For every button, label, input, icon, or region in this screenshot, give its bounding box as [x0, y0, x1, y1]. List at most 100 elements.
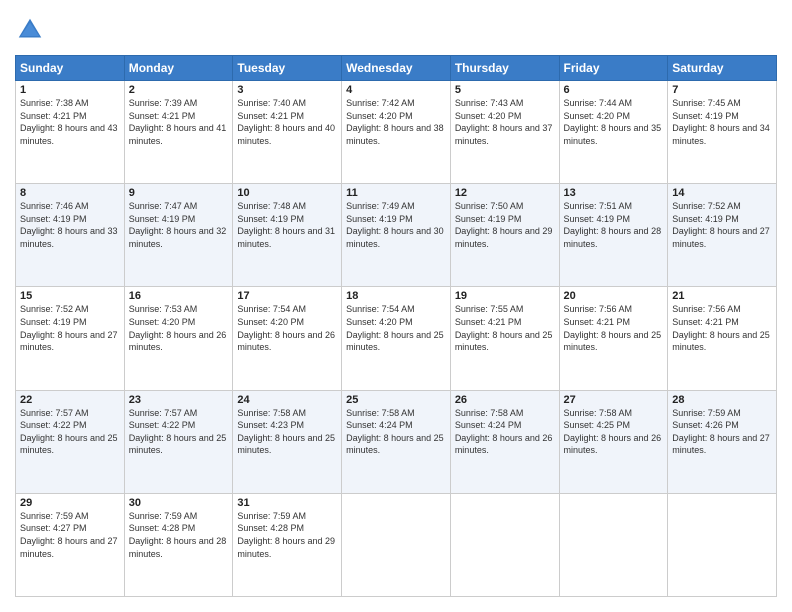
day-info: Sunrise: 7:59 AM Sunset: 4:27 PM Dayligh… — [20, 510, 120, 560]
calendar-cell: 25 Sunrise: 7:58 AM Sunset: 4:24 PM Dayl… — [342, 390, 451, 493]
sunrise-label: Sunrise: 7:38 AM — [20, 98, 89, 108]
daylight-label: Daylight: 8 hours and 25 minutes. — [564, 330, 662, 353]
sunset-label: Sunset: 4:22 PM — [20, 420, 87, 430]
header — [15, 15, 777, 45]
calendar-cell: 12 Sunrise: 7:50 AM Sunset: 4:19 PM Dayl… — [450, 184, 559, 287]
daylight-label: Daylight: 8 hours and 25 minutes. — [346, 330, 444, 353]
daylight-label: Daylight: 8 hours and 30 minutes. — [346, 226, 444, 249]
day-info: Sunrise: 7:58 AM Sunset: 4:24 PM Dayligh… — [346, 407, 446, 457]
sunrise-label: Sunrise: 7:58 AM — [346, 408, 415, 418]
day-info: Sunrise: 7:54 AM Sunset: 4:20 PM Dayligh… — [346, 303, 446, 353]
day-info: Sunrise: 7:56 AM Sunset: 4:21 PM Dayligh… — [564, 303, 664, 353]
daylight-label: Daylight: 8 hours and 41 minutes. — [129, 123, 227, 146]
calendar-cell: 1 Sunrise: 7:38 AM Sunset: 4:21 PM Dayli… — [16, 81, 125, 184]
sunset-label: Sunset: 4:28 PM — [129, 523, 196, 533]
sunset-label: Sunset: 4:19 PM — [346, 214, 413, 224]
logo — [15, 15, 47, 45]
daylight-label: Daylight: 8 hours and 27 minutes. — [672, 433, 770, 456]
day-info: Sunrise: 7:58 AM Sunset: 4:24 PM Dayligh… — [455, 407, 555, 457]
sunrise-label: Sunrise: 7:59 AM — [237, 511, 306, 521]
daylight-label: Daylight: 8 hours and 43 minutes. — [20, 123, 118, 146]
day-number: 11 — [346, 187, 446, 199]
calendar-cell: 27 Sunrise: 7:58 AM Sunset: 4:25 PM Dayl… — [559, 390, 668, 493]
day-number: 19 — [455, 290, 555, 302]
sunset-label: Sunset: 4:19 PM — [455, 214, 522, 224]
daylight-label: Daylight: 8 hours and 35 minutes. — [564, 123, 662, 146]
day-number: 4 — [346, 84, 446, 96]
day-number: 25 — [346, 394, 446, 406]
day-number: 15 — [20, 290, 120, 302]
calendar-cell: 26 Sunrise: 7:58 AM Sunset: 4:24 PM Dayl… — [450, 390, 559, 493]
day-info: Sunrise: 7:58 AM Sunset: 4:23 PM Dayligh… — [237, 407, 337, 457]
day-number: 7 — [672, 84, 772, 96]
sunrise-label: Sunrise: 7:57 AM — [20, 408, 89, 418]
calendar-cell: 23 Sunrise: 7:57 AM Sunset: 4:22 PM Dayl… — [124, 390, 233, 493]
sunset-label: Sunset: 4:21 PM — [20, 111, 87, 121]
day-number: 9 — [129, 187, 229, 199]
day-number: 5 — [455, 84, 555, 96]
weekday-header: Saturday — [668, 56, 777, 81]
sunrise-label: Sunrise: 7:58 AM — [455, 408, 524, 418]
daylight-label: Daylight: 8 hours and 27 minutes. — [672, 226, 770, 249]
daylight-label: Daylight: 8 hours and 25 minutes. — [237, 433, 335, 456]
sunrise-label: Sunrise: 7:48 AM — [237, 201, 306, 211]
day-info: Sunrise: 7:56 AM Sunset: 4:21 PM Dayligh… — [672, 303, 772, 353]
day-info: Sunrise: 7:52 AM Sunset: 4:19 PM Dayligh… — [672, 200, 772, 250]
calendar-cell: 29 Sunrise: 7:59 AM Sunset: 4:27 PM Dayl… — [16, 493, 125, 596]
sunset-label: Sunset: 4:24 PM — [346, 420, 413, 430]
sunrise-label: Sunrise: 7:39 AM — [129, 98, 198, 108]
day-info: Sunrise: 7:50 AM Sunset: 4:19 PM Dayligh… — [455, 200, 555, 250]
sunrise-label: Sunrise: 7:54 AM — [346, 304, 415, 314]
weekday-header: Sunday — [16, 56, 125, 81]
sunrise-label: Sunrise: 7:56 AM — [564, 304, 633, 314]
sunset-label: Sunset: 4:20 PM — [455, 111, 522, 121]
day-number: 14 — [672, 187, 772, 199]
sunset-label: Sunset: 4:19 PM — [20, 214, 87, 224]
sunset-label: Sunset: 4:21 PM — [564, 317, 631, 327]
sunset-label: Sunset: 4:25 PM — [564, 420, 631, 430]
calendar-cell: 16 Sunrise: 7:53 AM Sunset: 4:20 PM Dayl… — [124, 287, 233, 390]
daylight-label: Daylight: 8 hours and 29 minutes. — [237, 536, 335, 559]
calendar-cell: 15 Sunrise: 7:52 AM Sunset: 4:19 PM Dayl… — [16, 287, 125, 390]
daylight-label: Daylight: 8 hours and 25 minutes. — [672, 330, 770, 353]
day-number: 13 — [564, 187, 664, 199]
day-number: 27 — [564, 394, 664, 406]
sunset-label: Sunset: 4:24 PM — [455, 420, 522, 430]
sunset-label: Sunset: 4:19 PM — [237, 214, 304, 224]
daylight-label: Daylight: 8 hours and 25 minutes. — [455, 330, 553, 353]
daylight-label: Daylight: 8 hours and 34 minutes. — [672, 123, 770, 146]
daylight-label: Daylight: 8 hours and 25 minutes. — [129, 433, 227, 456]
daylight-label: Daylight: 8 hours and 26 minutes. — [237, 330, 335, 353]
calendar-cell: 30 Sunrise: 7:59 AM Sunset: 4:28 PM Dayl… — [124, 493, 233, 596]
daylight-label: Daylight: 8 hours and 28 minutes. — [129, 536, 227, 559]
day-info: Sunrise: 7:59 AM Sunset: 4:26 PM Dayligh… — [672, 407, 772, 457]
calendar-cell: 21 Sunrise: 7:56 AM Sunset: 4:21 PM Dayl… — [668, 287, 777, 390]
day-number: 21 — [672, 290, 772, 302]
day-number: 1 — [20, 84, 120, 96]
sunset-label: Sunset: 4:19 PM — [564, 214, 631, 224]
calendar-cell — [342, 493, 451, 596]
calendar-cell: 5 Sunrise: 7:43 AM Sunset: 4:20 PM Dayli… — [450, 81, 559, 184]
day-info: Sunrise: 7:49 AM Sunset: 4:19 PM Dayligh… — [346, 200, 446, 250]
sunrise-label: Sunrise: 7:44 AM — [564, 98, 633, 108]
sunset-label: Sunset: 4:19 PM — [672, 214, 739, 224]
daylight-label: Daylight: 8 hours and 38 minutes. — [346, 123, 444, 146]
day-number: 22 — [20, 394, 120, 406]
sunrise-label: Sunrise: 7:49 AM — [346, 201, 415, 211]
day-number: 28 — [672, 394, 772, 406]
daylight-label: Daylight: 8 hours and 33 minutes. — [20, 226, 118, 249]
weekday-header: Wednesday — [342, 56, 451, 81]
sunrise-label: Sunrise: 7:54 AM — [237, 304, 306, 314]
sunrise-label: Sunrise: 7:59 AM — [129, 511, 198, 521]
sunrise-label: Sunrise: 7:43 AM — [455, 98, 524, 108]
day-number: 12 — [455, 187, 555, 199]
calendar-cell: 20 Sunrise: 7:56 AM Sunset: 4:21 PM Dayl… — [559, 287, 668, 390]
sunset-label: Sunset: 4:21 PM — [129, 111, 196, 121]
daylight-label: Daylight: 8 hours and 25 minutes. — [20, 433, 118, 456]
day-number: 20 — [564, 290, 664, 302]
day-number: 3 — [237, 84, 337, 96]
calendar-cell: 19 Sunrise: 7:55 AM Sunset: 4:21 PM Dayl… — [450, 287, 559, 390]
day-info: Sunrise: 7:54 AM Sunset: 4:20 PM Dayligh… — [237, 303, 337, 353]
day-info: Sunrise: 7:38 AM Sunset: 4:21 PM Dayligh… — [20, 97, 120, 147]
daylight-label: Daylight: 8 hours and 26 minutes. — [564, 433, 662, 456]
